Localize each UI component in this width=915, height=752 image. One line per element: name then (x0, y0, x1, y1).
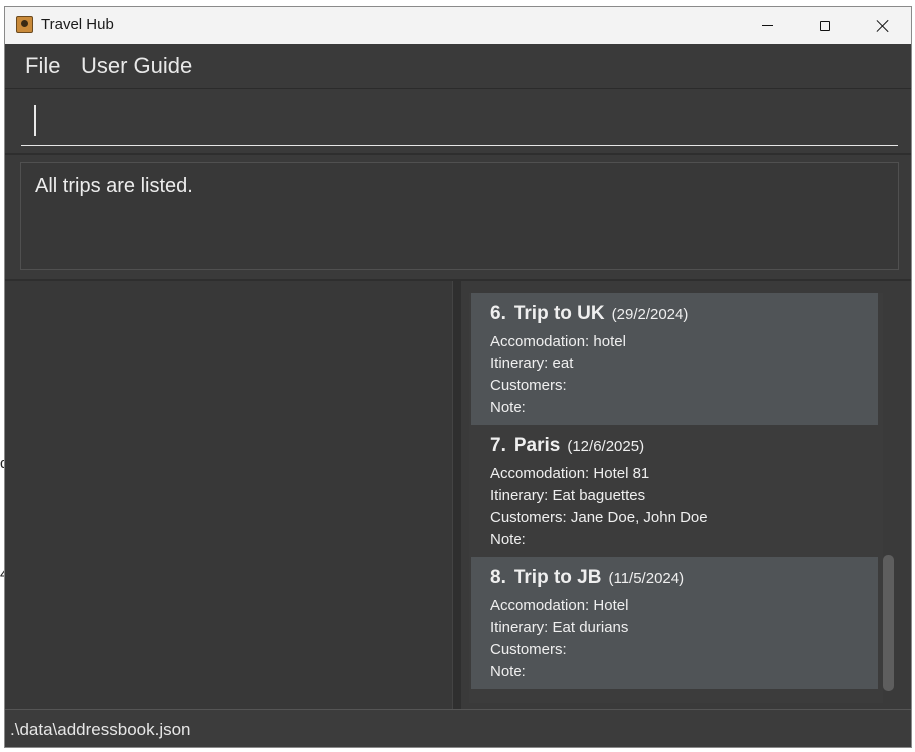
trip-accommodation: Accomodation: Hotel 81 (490, 465, 650, 482)
data-file-path: .\data\addressbook.json (10, 720, 191, 739)
trip-index: 6. (490, 303, 506, 324)
minimize-button[interactable] (738, 7, 796, 44)
trip-card[interactable]: 6. Trip to UK (29/2/2024) Accomodation: … (471, 293, 878, 425)
trip-list[interactable]: 6. Trip to UK (29/2/2024) Accomodation: … (469, 293, 883, 703)
result-display: All trips are listed. (5, 155, 911, 281)
trip-name: Paris (513, 435, 561, 456)
trip-index: 7. (490, 435, 506, 456)
window-title: Travel Hub (41, 16, 114, 33)
title-bar: Travel Hub (5, 7, 911, 44)
menu-file[interactable]: File (25, 53, 60, 79)
trip-note: Note: (490, 531, 526, 548)
trip-date: (29/2/2024) (611, 306, 689, 323)
trip-itinerary: Itinerary: Eat durians (490, 619, 629, 636)
trip-itinerary: Itinerary: Eat baguettes (490, 487, 646, 504)
trip-card[interactable]: 8. Trip to JB (11/5/2024) Accomodation: … (471, 557, 878, 689)
close-button[interactable] (854, 7, 911, 44)
trip-name: Trip to UK (513, 303, 605, 324)
contact-book-icon (16, 16, 33, 33)
app-window: Travel Hub File User Guide All trips are… (4, 6, 912, 748)
trip-date: (12/6/2025) (567, 438, 645, 455)
menu-user-guide[interactable]: User Guide (81, 53, 192, 79)
trip-card[interactable]: 7. Paris (12/6/2025) Accomodation: Hotel… (471, 425, 878, 557)
split-divider[interactable] (452, 281, 461, 709)
trip-itinerary: Itinerary: eat (490, 355, 574, 372)
close-icon (876, 19, 890, 33)
trip-name: Trip to JB (513, 567, 602, 588)
command-input[interactable] (21, 89, 898, 146)
maximize-button[interactable] (796, 7, 854, 44)
trip-note: Note: (490, 663, 526, 680)
command-box (5, 89, 911, 155)
menu-bar: File User Guide (5, 44, 911, 89)
trip-customers: Customers: Jane Doe, John Doe (490, 509, 708, 526)
text-caret (34, 105, 36, 136)
list-scrollbar[interactable] (883, 555, 894, 691)
status-bar: .\data\addressbook.json (5, 709, 911, 747)
trip-list-panel: 6. Trip to UK (29/2/2024) Accomodation: … (461, 281, 911, 709)
minimize-icon (761, 25, 773, 26)
trip-date: (11/5/2024) (608, 570, 685, 587)
result-message: All trips are listed. (35, 175, 193, 197)
trip-customers: Customers: (490, 641, 567, 658)
maximize-icon (820, 20, 830, 31)
trip-note: Note: (490, 399, 526, 416)
result-box[interactable]: All trips are listed. (20, 162, 899, 270)
left-panel (5, 281, 452, 709)
trip-accommodation: Accomodation: hotel (490, 333, 626, 350)
trip-accommodation: Accomodation: Hotel (490, 597, 629, 614)
trip-index: 8. (490, 567, 506, 588)
trip-customers: Customers: (490, 377, 567, 394)
